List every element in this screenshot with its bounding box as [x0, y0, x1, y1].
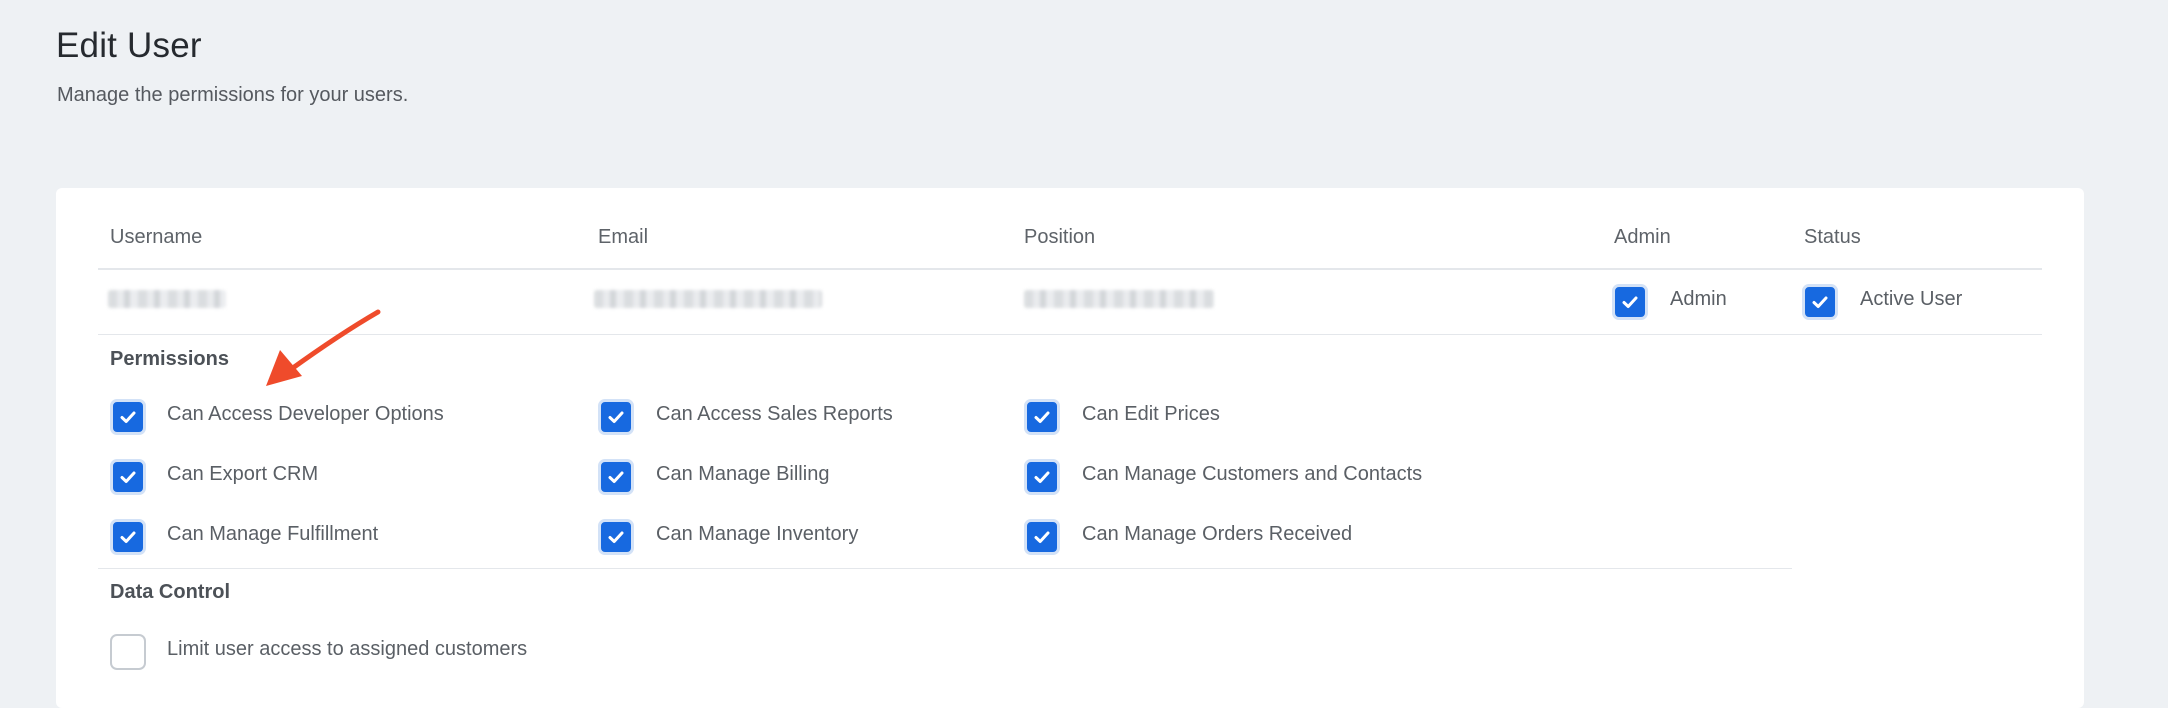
active-user-checkbox[interactable] [1802, 284, 1838, 320]
permission-checkbox-inventory[interactable] [598, 519, 634, 555]
checkmark-icon [120, 411, 136, 423]
header-email: Email [598, 226, 649, 248]
permission-checkbox-export-crm[interactable] [110, 459, 146, 495]
permission-label: Can Manage Customers and Contacts [1082, 463, 1423, 485]
checkmark-icon [608, 531, 624, 543]
permissions-divider [98, 568, 1792, 569]
header-status: Status [1804, 226, 1861, 248]
permission-label: Can Manage Billing [656, 463, 830, 485]
checkmark-icon [608, 411, 624, 423]
checkmark-icon [608, 471, 624, 483]
checkmark-icon [120, 531, 136, 543]
email-redacted [594, 290, 822, 308]
admin-checkbox[interactable] [1612, 284, 1648, 320]
permission-label: Can Access Developer Options [167, 403, 444, 425]
limit-access-label: Limit user access to assigned customers [167, 638, 528, 660]
header-admin: Admin [1614, 226, 1671, 248]
annotation-arrow-icon [266, 309, 381, 386]
checkmark-icon [120, 471, 136, 483]
checkmark-icon [1622, 296, 1638, 308]
edit-user-card: Username Email Position Admin Status Adm… [56, 188, 2084, 708]
header-username: Username [110, 226, 203, 248]
permission-label: Can Access Sales Reports [656, 403, 893, 425]
permission-checkbox-orders-received[interactable] [1024, 519, 1060, 555]
permission-label: Can Export CRM [167, 463, 319, 485]
permission-label: Can Manage Fulfillment [167, 523, 379, 545]
permission-checkbox-fulfillment[interactable] [110, 519, 146, 555]
username-redacted [108, 290, 226, 308]
permission-checkbox-developer-options[interactable] [110, 399, 146, 435]
permission-label: Can Manage Inventory [656, 523, 859, 545]
data-control-title: Data Control [110, 581, 230, 603]
permission-checkbox-manage-billing[interactable] [598, 459, 634, 495]
position-redacted [1024, 290, 1214, 308]
admin-label: Admin [1670, 288, 1727, 310]
checkmark-icon [1034, 411, 1050, 423]
header-divider [98, 268, 2042, 270]
page-title: Edit User [56, 26, 202, 65]
active-user-label: Active User [1860, 288, 1963, 310]
permission-checkbox-edit-prices[interactable] [1024, 399, 1060, 435]
limit-access-checkbox[interactable] [110, 634, 146, 670]
permissions-title: Permissions [110, 348, 229, 370]
permission-label: Can Edit Prices [1082, 403, 1220, 425]
permission-checkbox-customers-contacts[interactable] [1024, 459, 1060, 495]
checkmark-icon [1034, 471, 1050, 483]
checkmark-icon [1812, 296, 1828, 308]
permission-label: Can Manage Orders Received [1082, 523, 1353, 545]
checkmark-icon [1034, 531, 1050, 543]
header-position: Position [1024, 226, 1096, 248]
page-subtitle: Manage the permissions for your users. [57, 84, 409, 106]
permission-checkbox-sales-reports[interactable] [598, 399, 634, 435]
